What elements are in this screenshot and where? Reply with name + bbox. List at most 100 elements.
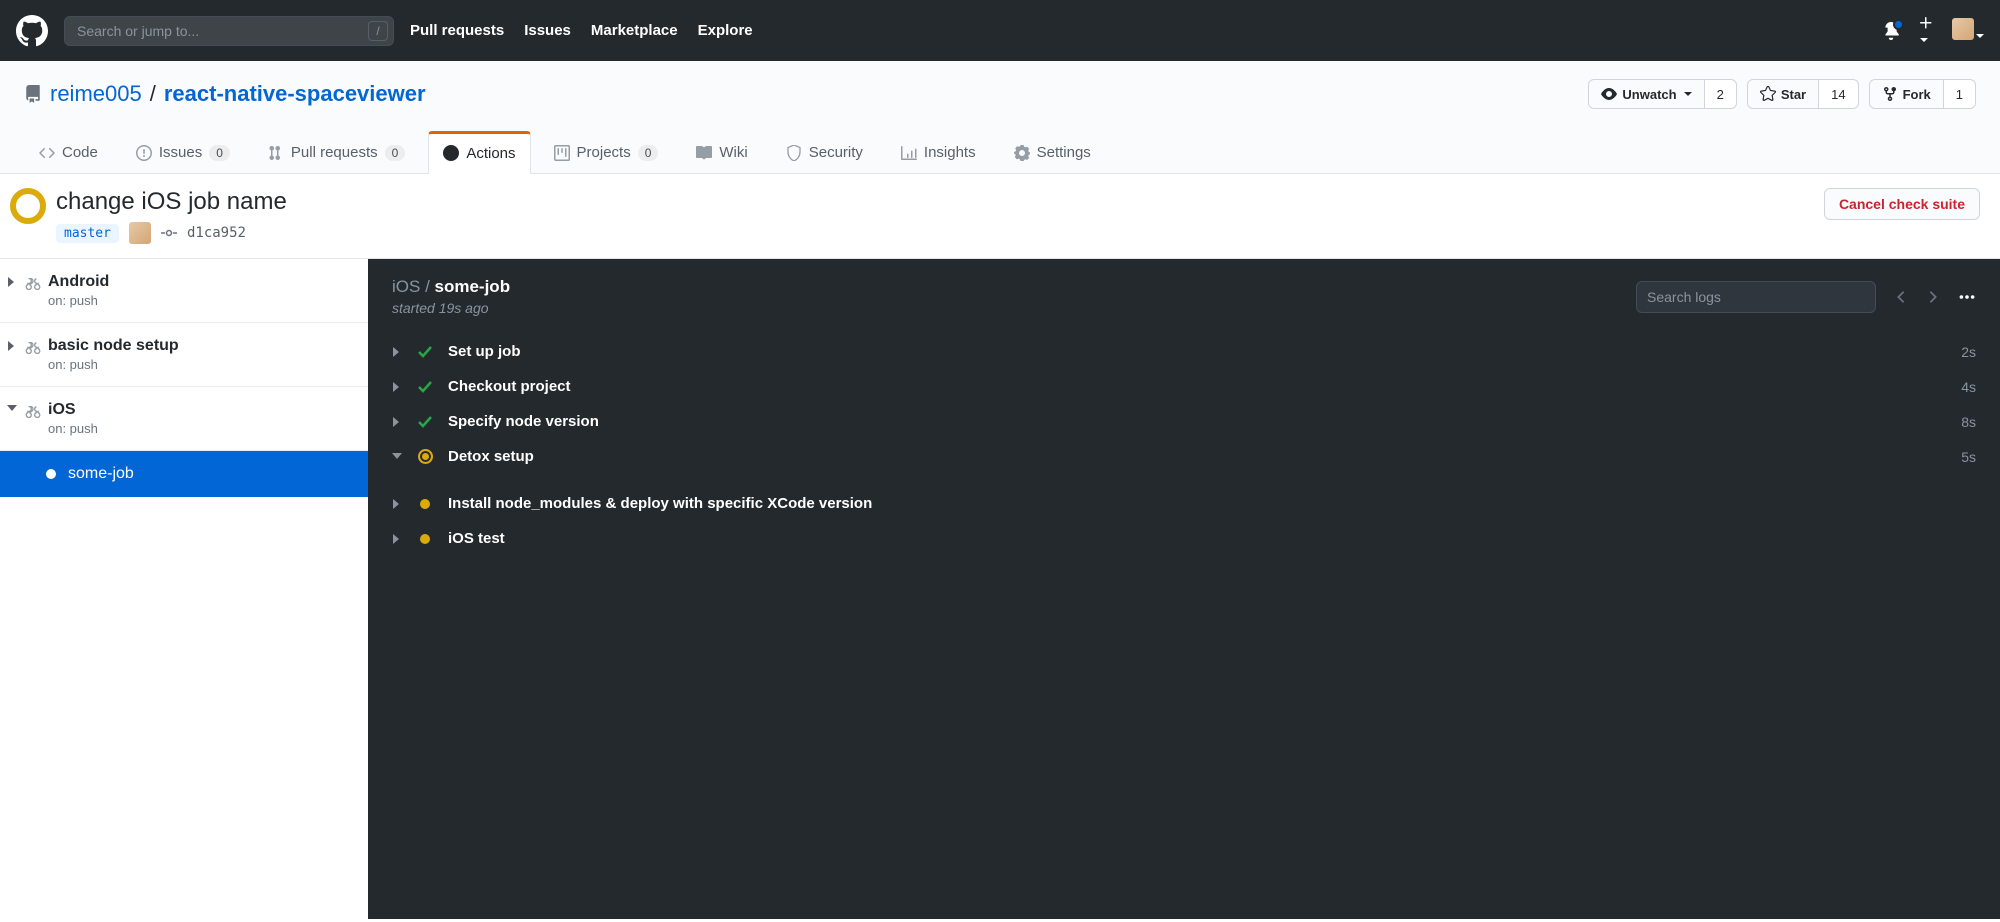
repo-title: reime005 / react-native-spaceviewer — [24, 81, 426, 107]
global-search: / — [64, 16, 394, 46]
expand-toggle[interactable] — [6, 405, 18, 413]
search-input[interactable] — [64, 16, 394, 46]
commit-sha[interactable]: d1ca952 — [187, 225, 246, 241]
log-search-input[interactable] — [1636, 281, 1876, 313]
pulls-count: 0 — [385, 145, 406, 161]
watch-count[interactable]: 2 — [1705, 79, 1737, 109]
repo-owner-link[interactable]: reime005 — [50, 81, 142, 107]
step-row[interactable]: iOS test — [392, 521, 1976, 556]
workflow-sidebar: Android on: push basic node setup on: pu… — [0, 259, 368, 919]
expand-toggle[interactable] — [6, 277, 18, 287]
notification-indicator-icon — [1893, 19, 1904, 30]
job-item-some-job[interactable]: some-job — [0, 451, 368, 497]
fork-icon — [1882, 86, 1898, 102]
cancel-check-suite-button[interactable]: Cancel check suite — [1824, 188, 1980, 220]
fork-label: Fork — [1903, 87, 1931, 102]
commit-icon — [161, 225, 177, 241]
star-label: Star — [1781, 87, 1806, 102]
nav-issues[interactable]: Issues — [524, 22, 571, 39]
chevron-right-icon — [393, 417, 401, 427]
tab-code[interactable]: Code — [24, 131, 113, 173]
issues-count: 0 — [209, 145, 230, 161]
workflow-name: basic node setup — [48, 337, 179, 355]
step-duration: 2s — [1961, 344, 1976, 360]
chevron-right-icon — [393, 499, 401, 509]
nav-marketplace[interactable]: Marketplace — [591, 22, 678, 39]
expand-toggle[interactable] — [6, 341, 18, 351]
star-button[interactable]: Star — [1747, 79, 1819, 109]
user-menu[interactable] — [1952, 18, 1984, 43]
repo-actions: Unwatch 2 Star 14 Fork 1 — [1588, 79, 1976, 109]
workflow-run-header: change iOS job name master d1ca952 Cance… — [0, 174, 2000, 259]
create-new-dropdown[interactable] — [1918, 15, 1934, 47]
chevron-right-icon — [8, 277, 16, 287]
workflow-name: Android — [48, 273, 109, 291]
workflow-item-basic-node[interactable]: basic node setup on: push — [0, 323, 368, 387]
chevron-right-icon — [393, 534, 401, 544]
fork-count[interactable]: 1 — [1944, 79, 1976, 109]
slash-hotkey-hint: / — [368, 21, 388, 41]
github-logo-icon[interactable] — [16, 15, 48, 47]
log-header: iOS / some-job started 19s ago — [368, 259, 2000, 334]
repo-name-link[interactable]: react-native-spaceviewer — [164, 81, 426, 107]
workflow-trigger: on: push — [48, 357, 179, 372]
log-pane: iOS / some-job started 19s ago Set up jo… — [368, 259, 2000, 919]
workflow-name: iOS — [48, 401, 98, 419]
step-row[interactable]: Set up job 2s — [392, 334, 1976, 369]
graph-icon — [901, 145, 917, 161]
workflow-item-android[interactable]: Android on: push — [0, 259, 368, 323]
job-status-dot-icon — [46, 469, 56, 479]
chevron-right-icon — [393, 347, 401, 357]
tab-insights[interactable]: Insights — [886, 131, 991, 173]
next-step-button[interactable] — [1926, 290, 1940, 304]
tab-issues[interactable]: Issues0 — [121, 131, 245, 173]
play-icon — [443, 145, 459, 161]
step-duration: 4s — [1961, 379, 1976, 395]
tab-projects[interactable]: Projects0 — [539, 131, 674, 173]
log-started-time: started 19s ago — [392, 300, 510, 316]
avatar — [1952, 18, 1974, 40]
projects-count: 0 — [638, 145, 659, 161]
fork-button[interactable]: Fork — [1869, 79, 1944, 109]
step-row[interactable]: Checkout project 4s — [392, 369, 1976, 404]
book-icon — [696, 145, 712, 161]
notifications-button[interactable] — [1882, 22, 1900, 40]
unwatch-button[interactable]: Unwatch — [1588, 79, 1704, 109]
shield-icon — [786, 145, 802, 161]
workflow-icon — [24, 275, 42, 293]
tab-actions[interactable]: Actions — [428, 131, 530, 174]
repo-header: reime005 / react-native-spaceviewer Unwa… — [0, 61, 2000, 174]
tab-security[interactable]: Security — [771, 131, 878, 173]
global-nav: Pull requests Issues Marketplace Explore — [410, 22, 753, 39]
nav-pull-requests[interactable]: Pull requests — [410, 22, 504, 39]
step-name: Detox setup — [448, 448, 534, 465]
step-name: Checkout project — [448, 378, 571, 395]
step-row[interactable]: Specify node version 8s — [392, 404, 1976, 439]
step-name: Install node_modules & deploy with speci… — [448, 495, 872, 512]
prev-step-button[interactable] — [1894, 290, 1908, 304]
watch-label: Unwatch — [1622, 87, 1676, 102]
commit-author-avatar[interactable] — [129, 222, 151, 244]
repo-icon — [24, 85, 42, 103]
step-row[interactable]: Install node_modules & deploy with speci… — [392, 486, 1976, 521]
branch-badge[interactable]: master — [56, 224, 119, 243]
check-icon — [417, 414, 433, 430]
tab-wiki[interactable]: Wiki — [681, 131, 762, 173]
caret-down-icon — [1684, 92, 1692, 96]
chevron-right-icon — [393, 382, 401, 392]
global-header: / Pull requests Issues Marketplace Explo… — [0, 0, 2000, 61]
tab-settings[interactable]: Settings — [999, 131, 1106, 173]
workflow-item-ios[interactable]: iOS on: push — [0, 387, 368, 451]
step-list: Set up job 2s Checkout project 4s Specif… — [368, 334, 2000, 580]
nav-explore[interactable]: Explore — [698, 22, 753, 39]
chevron-down-icon — [392, 453, 402, 461]
star-count[interactable]: 14 — [1819, 79, 1858, 109]
step-row[interactable]: Detox setup 5s — [392, 439, 1976, 474]
log-menu-button[interactable] — [1958, 288, 1976, 306]
running-icon — [418, 449, 433, 464]
project-icon — [554, 145, 570, 161]
chevron-down-icon — [7, 405, 17, 413]
tab-pull-requests[interactable]: Pull requests0 — [253, 131, 420, 173]
step-name: Specify node version — [448, 413, 599, 430]
step-name: Set up job — [448, 343, 521, 360]
